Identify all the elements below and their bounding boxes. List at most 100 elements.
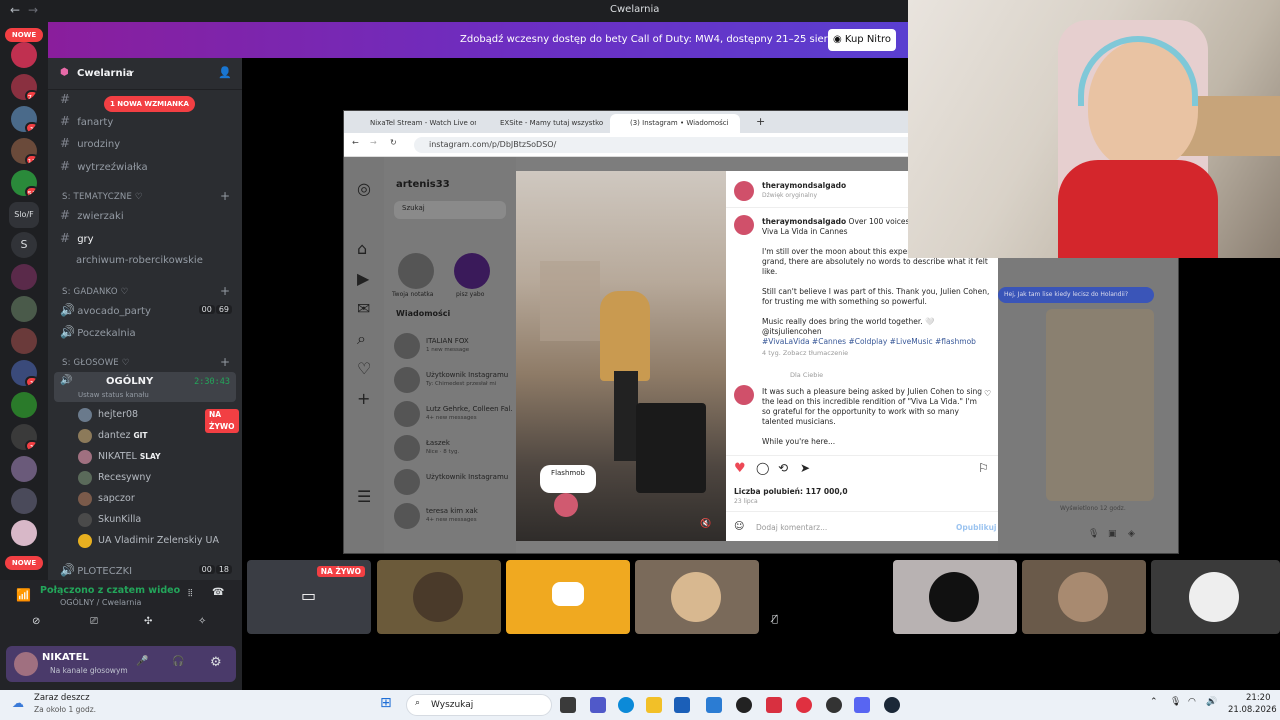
channel-item[interactable]: # wytrzeźwiałka bbox=[60, 157, 148, 175]
edge-icon[interactable] bbox=[618, 697, 634, 713]
new-tab-icon[interactable]: + bbox=[756, 115, 765, 128]
forward-icon[interactable]: → bbox=[370, 138, 377, 147]
obs-icon[interactable] bbox=[826, 697, 842, 713]
volume-icon[interactable]: 🔊 bbox=[1206, 697, 1217, 707]
clock-date[interactable]: 21.08.2026 bbox=[1228, 705, 1277, 715]
camera-off-icon[interactable]: ⊘ bbox=[32, 616, 40, 627]
browser-tab-active[interactable]: (3) Instagram • Wiadomości bbox=[610, 114, 740, 133]
outlook-icon[interactable] bbox=[706, 697, 722, 713]
ig-search-input[interactable]: Szukaj bbox=[394, 201, 506, 219]
soundboard-icon[interactable]: ✧ bbox=[198, 616, 206, 627]
windows-start-icon[interactable]: ⊞ bbox=[380, 695, 392, 711]
post-audio[interactable]: Dźwięk oryginalny bbox=[762, 192, 817, 199]
mute-icon[interactable]: 🔇 bbox=[700, 519, 711, 529]
server-icon[interactable] bbox=[11, 520, 37, 546]
voice-channel-link[interactable]: OGÓLNY / Cwelarnia bbox=[60, 598, 141, 607]
comment-like-icon[interactable]: ♡ bbox=[984, 389, 991, 398]
server-icon[interactable] bbox=[11, 328, 37, 354]
user-panel-card[interactable]: NIKATEL Na kanale głosowym 🎤 🎧 ⚙ bbox=[6, 646, 236, 682]
save-bookmark-icon[interactable]: ⚐ bbox=[978, 461, 989, 475]
participant-tile[interactable] bbox=[377, 560, 501, 634]
activities-icon[interactable]: ✣ bbox=[144, 616, 152, 627]
participant-tile[interactable] bbox=[1151, 560, 1280, 634]
publish-button[interactable]: Opublikuj bbox=[956, 523, 997, 532]
channel-item[interactable]: # zwierzaki bbox=[60, 206, 124, 224]
reels-icon[interactable]: ▶ bbox=[357, 269, 369, 288]
hashtags[interactable]: #VivaLaVida #Cannes #Coldplay #LiveMusic… bbox=[762, 337, 994, 347]
home-icon[interactable]: ⌂ bbox=[357, 239, 367, 258]
for-you-label[interactable]: Dla Ciebie bbox=[790, 371, 823, 379]
share-icon[interactable]: ➤ bbox=[800, 461, 810, 475]
channel-item[interactable]: # bbox=[60, 90, 74, 108]
clock-time[interactable]: 21:20 bbox=[1246, 693, 1271, 703]
voice-channel[interactable]: 🔊 avocado_party bbox=[60, 301, 151, 319]
settings-gear-icon[interactable]: ⚙ bbox=[210, 655, 222, 670]
tray-chevron-icon[interactable]: ⌃ bbox=[1150, 697, 1158, 707]
conversation-name[interactable]: Łaszek bbox=[426, 439, 512, 447]
conversation-name[interactable]: teresa kim xak bbox=[426, 507, 512, 515]
voice-user[interactable]: Recesywny bbox=[78, 469, 151, 487]
heart-icon[interactable]: ♡ bbox=[357, 359, 371, 378]
category-header[interactable]: S: GŁOSOWE ♡ bbox=[62, 358, 130, 368]
mic-icon[interactable]: 🎙 bbox=[1088, 529, 1099, 539]
server-icon[interactable] bbox=[11, 488, 37, 514]
server-icon[interactable] bbox=[11, 392, 37, 418]
noise-suppression-icon[interactable]: ⦙⦙ bbox=[188, 588, 192, 599]
channel-item[interactable]: # gry bbox=[60, 229, 94, 247]
author-avatar[interactable] bbox=[734, 215, 754, 235]
comment-icon[interactable]: ◯ bbox=[756, 461, 769, 475]
participant-tile[interactable] bbox=[506, 560, 630, 634]
like-heart-icon[interactable]: ♥ bbox=[734, 461, 746, 476]
microphone-icon[interactable]: 🎤 bbox=[136, 656, 148, 667]
post-author[interactable]: theraymondsalgado bbox=[762, 181, 846, 190]
add-channel-icon[interactable]: + bbox=[220, 355, 230, 369]
category-header[interactable]: S: TEMATYCZNE ♡ bbox=[62, 192, 143, 202]
avatar[interactable] bbox=[394, 469, 420, 495]
note-avatar[interactable] bbox=[454, 253, 490, 289]
repost-icon[interactable]: ⟲ bbox=[778, 461, 788, 475]
channel-item[interactable]: # fanarty bbox=[60, 112, 113, 130]
avatar[interactable] bbox=[394, 503, 420, 529]
active-voice-channel[interactable]: 🔊 OGÓLNY 2:30:43 Ustaw status kanału bbox=[54, 372, 236, 402]
note-avatar[interactable] bbox=[398, 253, 434, 289]
teams-icon[interactable] bbox=[590, 697, 606, 713]
voice-user[interactable]: sapczor bbox=[78, 490, 135, 508]
instagram-logo-icon[interactable]: ◎ bbox=[357, 179, 371, 198]
server-icon[interactable] bbox=[11, 42, 37, 68]
browser-tab[interactable]: NixaTel Stream - Watch Live on bbox=[350, 114, 476, 133]
server-icon[interactable]: 1 bbox=[11, 360, 37, 386]
discord-icon[interactable] bbox=[854, 697, 870, 713]
server-icon[interactable]: 74 bbox=[11, 74, 37, 100]
add-channel-icon[interactable]: + bbox=[220, 284, 230, 298]
conversation-name[interactable]: Lutz Gehrke, Colleen Fal... bbox=[426, 405, 512, 413]
category-header[interactable]: S: GADANKO ♡ bbox=[62, 287, 128, 297]
channel-item[interactable]: # urodziny bbox=[60, 134, 120, 152]
voice-user[interactable]: dantez GIT bbox=[78, 427, 148, 445]
channel-item[interactable]: archiwum-robercikowskie bbox=[76, 252, 203, 270]
taskbar-search[interactable]: ⌕ Wyszukaj bbox=[406, 694, 552, 716]
server-icon[interactable] bbox=[11, 264, 37, 290]
screen-share-tile[interactable]: NA ŻYWO ▭ bbox=[247, 560, 371, 634]
emoji-icon[interactable]: ☺ bbox=[734, 521, 744, 532]
server-header[interactable]: ⬢ Cwelarnia ⌄ 👤 bbox=[48, 58, 242, 90]
avatar[interactable] bbox=[14, 652, 38, 676]
steam-icon[interactable] bbox=[884, 697, 900, 713]
store-icon[interactable] bbox=[674, 697, 690, 713]
tray-mic-icon[interactable]: 🎙 bbox=[1170, 697, 1181, 707]
participant-tile[interactable] bbox=[1022, 560, 1146, 634]
create-icon[interactable]: + bbox=[357, 389, 370, 408]
messages-icon[interactable]: ✉ bbox=[357, 299, 370, 318]
author-avatar[interactable] bbox=[734, 181, 754, 201]
server-icon[interactable]: Slo/F bbox=[9, 202, 39, 228]
voice-channel[interactable]: 🔊 Poczekalnia bbox=[60, 323, 136, 341]
reel-video[interactable]: Flashmob 🔇 bbox=[516, 171, 726, 541]
browser-tab[interactable]: EXSite - Mamy tutaj wszystko bbox=[480, 114, 606, 133]
voice-user[interactable]: NIKATEL SLAY bbox=[78, 448, 161, 466]
screen-share-icon[interactable]: ⎚ bbox=[90, 616, 98, 627]
github-icon[interactable] bbox=[736, 697, 752, 713]
likes-count[interactable]: Liczba polubień: 117 000,0 bbox=[734, 487, 848, 496]
add-channel-icon[interactable]: + bbox=[220, 189, 230, 203]
back-arrow-icon[interactable]: ← bbox=[10, 3, 20, 17]
server-icon[interactable]: 12 bbox=[11, 138, 37, 164]
set-status-link[interactable]: Ustaw status kanału bbox=[78, 391, 149, 399]
